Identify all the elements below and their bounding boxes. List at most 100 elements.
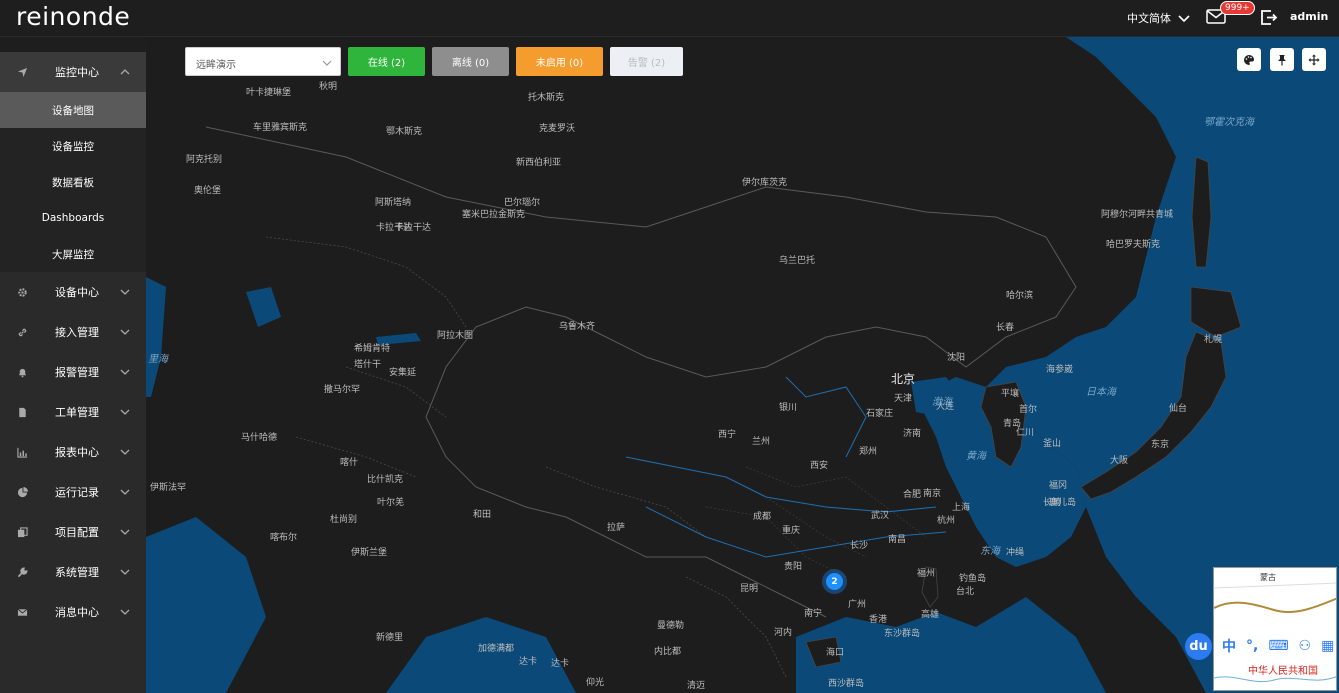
baidu-logo-icon[interactable]: du	[1185, 632, 1212, 660]
map-label: 海口	[826, 648, 845, 658]
device-cluster-marker[interactable]: 2	[822, 569, 847, 594]
chinese-input-icon[interactable]: 中	[1222, 636, 1236, 656]
map-label: 希姆肯特	[354, 344, 391, 354]
project-select[interactable]: 远眸演示	[185, 47, 341, 76]
envelope-icon	[17, 608, 28, 616]
map-label: 海参崴	[1046, 365, 1074, 375]
map-label: 高雄	[921, 610, 940, 620]
chevron-up-icon	[120, 69, 130, 75]
map-label: 新西伯利亚	[516, 158, 562, 168]
sidebar-item-data-board[interactable]: 数据看板	[0, 164, 146, 200]
map-label: 河内	[774, 628, 793, 638]
language-selector[interactable]: 中文简体	[1127, 10, 1191, 26]
map-label: 喀布尔	[270, 533, 298, 543]
map-label: 钓鱼岛	[959, 574, 987, 584]
menu-device-center[interactable]: 设备中心	[0, 272, 146, 312]
map-label: 哈尔滨	[1006, 291, 1034, 301]
map-label: 达卡	[551, 659, 570, 669]
chevron-down-icon	[120, 289, 130, 295]
device-map[interactable]: 北京 天津 石家庄 济南 郑州 西安 兰州 西宁 银川 成都 重庆 武汉 合肥 …	[146, 37, 1339, 693]
user-icon[interactable]: ⚇	[1299, 638, 1312, 654]
menu-access-management[interactable]: 接入管理	[0, 312, 146, 352]
sidebar-item-device-monitor[interactable]: 设备监控	[0, 128, 146, 164]
map-label: 叶卡捷琳堡	[246, 88, 292, 98]
move-arrows-icon	[1308, 54, 1320, 65]
map-label: 南昌	[888, 535, 907, 545]
menu-project-config[interactable]: 项目配置	[0, 512, 146, 552]
logo: reinonde	[16, 2, 131, 31]
sea-label: 里海	[148, 354, 168, 365]
map-label: 车里雅宾斯克	[253, 123, 308, 133]
sidebar-item-device-map[interactable]: 设备地图	[0, 92, 146, 128]
map-label: 南宁	[804, 609, 823, 619]
copy-icon	[17, 526, 28, 537]
map-label: 撒马尔罕	[324, 385, 361, 395]
menu-alarm-management[interactable]: 报警管理	[0, 352, 146, 392]
map-label: 托木斯克	[528, 93, 565, 103]
map-label: 南京	[923, 489, 942, 499]
menu-label: 运行记录	[55, 486, 99, 499]
map-label: 北京	[891, 372, 916, 386]
sidebar-item-dashboards[interactable]: Dashboards	[0, 200, 146, 236]
menu-run-records[interactable]: 运行记录	[0, 472, 146, 512]
map-label: 天津	[894, 394, 913, 404]
map-label: 卡拉干达	[376, 223, 413, 233]
map-label: 仙台	[1169, 404, 1188, 414]
minimap-title: 蒙古	[1260, 573, 1276, 582]
map-label: 郑州	[859, 447, 878, 457]
map-label: 仁川	[1016, 428, 1035, 438]
chevron-down-icon	[322, 60, 332, 66]
map-label: 兰州	[752, 437, 771, 447]
menu-system-management[interactable]: 系统管理	[0, 552, 146, 592]
offline-filter-button[interactable]: 离线 (0)	[432, 47, 509, 76]
username[interactable]: admin	[1290, 10, 1328, 23]
map-label: 杭州	[937, 516, 956, 526]
palette-button[interactable]	[1237, 48, 1261, 71]
map-label: 安集延	[389, 368, 417, 378]
chevron-down-icon	[120, 369, 130, 375]
sea-label: 东海	[980, 546, 1000, 557]
wrench-icon	[17, 567, 28, 577]
map-label: 鄂木斯克	[386, 127, 423, 137]
alarm-filter-button[interactable]: 告警 (2)	[610, 47, 683, 76]
logout-icon[interactable]	[1259, 8, 1278, 27]
menu-work-order[interactable]: 工单管理	[0, 392, 146, 432]
online-filter-button[interactable]: 在线 (2)	[348, 47, 425, 76]
chevron-down-icon	[1178, 15, 1190, 23]
map-label: 达卡	[519, 657, 538, 667]
map-label: 叶尔羌	[377, 498, 405, 508]
document-icon	[19, 407, 26, 417]
palette-icon	[1244, 54, 1254, 65]
map-label: 重庆	[782, 526, 801, 536]
map-label: 阿斯塔纳	[375, 198, 412, 208]
sidebar-item-big-screen[interactable]: 大屏监控	[0, 236, 146, 272]
menu-monitor-center[interactable]: 监控中心	[0, 52, 146, 92]
map-label: 和田	[473, 510, 492, 520]
overview-minimap[interactable]: 蒙古 中华人民共和国	[1213, 567, 1337, 691]
mail-badge: 999+	[1220, 1, 1255, 15]
map-label: 哈巴罗夫斯克	[1106, 240, 1161, 250]
chevron-down-icon	[120, 609, 130, 615]
punctuation-icon[interactable]: °,	[1246, 638, 1258, 654]
map-label: 乌鲁木齐	[559, 322, 596, 332]
sea-label: 渤海	[932, 397, 952, 408]
menu-report-center[interactable]: 报表中心	[0, 432, 146, 472]
map-label: 乌兰巴托	[779, 256, 816, 266]
map-label: 银川	[779, 403, 798, 413]
menu-message-center[interactable]: 消息中心	[0, 592, 146, 632]
disabled-filter-button[interactable]: 未启用 (0)	[516, 47, 603, 76]
move-button[interactable]	[1302, 48, 1326, 71]
map-label: 昆明	[740, 584, 759, 594]
map-label: 阿克托别	[186, 155, 223, 165]
map-label: 西沙群岛	[828, 679, 865, 689]
bar-chart-icon	[17, 447, 28, 458]
map-label: 长沙	[850, 541, 869, 551]
grid-menu-icon[interactable]: ▦	[1321, 638, 1334, 654]
map-label: 清迈	[687, 681, 706, 691]
map-label: 济南	[903, 429, 922, 439]
sea-label: 鄂霍次克海	[1204, 117, 1254, 128]
map-label: 内比都	[654, 647, 682, 657]
pin-button[interactable]	[1270, 48, 1294, 71]
keyboard-icon[interactable]: ⌨	[1268, 638, 1288, 654]
map-label: 石家庄	[866, 409, 894, 419]
